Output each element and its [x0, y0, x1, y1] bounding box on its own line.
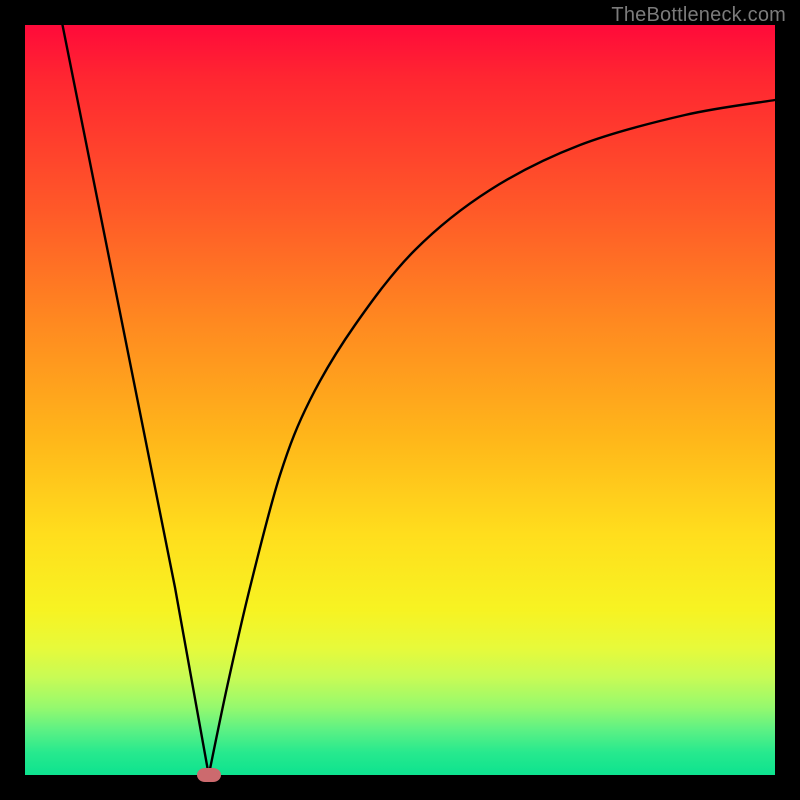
- chart-frame: TheBottleneck.com: [0, 0, 800, 800]
- curve-right-branch: [209, 100, 775, 775]
- curve-svg: [25, 25, 775, 775]
- curve-left-branch: [63, 25, 209, 775]
- minimum-marker: [197, 768, 221, 782]
- plot-outer: [25, 25, 775, 775]
- watermark-text: TheBottleneck.com: [611, 4, 786, 27]
